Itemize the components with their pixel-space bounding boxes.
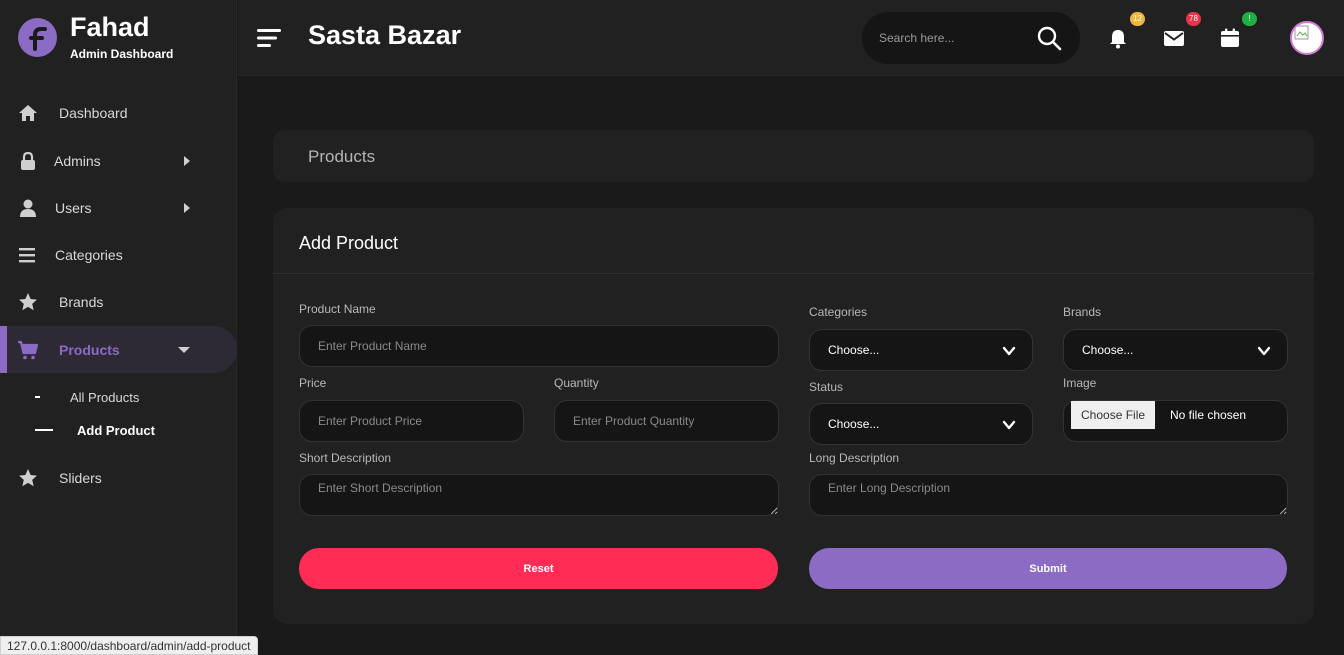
categories-select[interactable]: Choose... <box>809 329 1033 371</box>
sidebar-item-label: Categories <box>55 247 123 263</box>
reset-button[interactable]: Reset <box>299 548 778 589</box>
form-title: Add Product <box>299 233 399 253</box>
avatar[interactable] <box>1290 21 1324 55</box>
hamburger-menu-icon[interactable] <box>257 27 281 49</box>
sidebar-item-label: Dashboard <box>59 105 128 121</box>
breadcrumb: Products <box>273 130 1314 182</box>
search-input[interactable] <box>879 27 1029 49</box>
home-icon <box>19 105 37 121</box>
status-select[interactable]: Choose... <box>809 403 1033 445</box>
brand-name: Fahad <box>70 12 150 42</box>
breadcrumb-text: Products <box>308 147 376 166</box>
divider <box>273 273 1314 274</box>
quantity-input[interactable] <box>554 400 779 442</box>
bell-icon[interactable] <box>1107 27 1129 49</box>
top-header: Sasta Bazar 12 78 ! <box>238 0 1344 76</box>
app-root: Fahad Admin Dashboard Dashboard Admins U… <box>0 0 1344 655</box>
brand-subtitle: Admin Dashboard <box>70 47 174 61</box>
categories-label: Categories <box>809 305 868 319</box>
browser-status-url: 127.0.0.1:8000/dashboard/admin/add-produ… <box>0 636 258 655</box>
search-box <box>862 12 1080 64</box>
sidebar: Fahad Admin Dashboard Dashboard Admins U… <box>0 0 237 655</box>
image-file-input[interactable]: Choose File No file chosen <box>1063 400 1288 442</box>
price-label: Price <box>299 376 327 390</box>
caret-right-icon <box>184 156 190 166</box>
chevron-down-icon <box>1002 420 1016 430</box>
sidebar-item-label: Brands <box>59 294 104 310</box>
calendar-badge: ! <box>1242 12 1257 26</box>
star-icon <box>19 293 37 311</box>
caret-down-icon <box>178 346 190 353</box>
sidebar-item-categories[interactable]: Categories <box>0 232 237 278</box>
categories-selected-value: Choose... <box>828 343 880 357</box>
chevron-down-icon <box>1257 346 1271 356</box>
subnav-item-label: Add Product <box>77 422 155 438</box>
dash-icon <box>35 396 40 398</box>
sidebar-item-users[interactable]: Users <box>0 185 237 231</box>
mail-icon[interactable] <box>1163 27 1185 49</box>
subnav-item-label: All Products <box>70 389 140 405</box>
sidebar-item-sliders[interactable]: Sliders <box>0 455 237 501</box>
long-description-label: Long Description <box>809 451 900 465</box>
brands-selected-value: Choose... <box>1082 343 1134 357</box>
messages-badge: 78 <box>1186 12 1201 26</box>
price-input[interactable] <box>299 400 524 442</box>
page-title: Sasta Bazar <box>308 20 462 50</box>
notifications-badge: 12 <box>1130 12 1145 26</box>
sidebar-item-label: Sliders <box>59 470 102 486</box>
product-name-input[interactable] <box>299 325 779 367</box>
brands-label: Brands <box>1063 305 1102 319</box>
short-description-label: Short Description <box>299 451 392 465</box>
choose-file-button[interactable]: Choose File <box>1071 401 1156 429</box>
status-selected-value: Choose... <box>828 417 880 431</box>
submit-button[interactable]: Submit <box>809 548 1287 589</box>
brands-select[interactable]: Choose... <box>1063 329 1288 371</box>
status-label: Status <box>809 380 844 394</box>
chevron-down-icon <box>1002 346 1016 356</box>
sidebar-item-label: Admins <box>54 153 101 169</box>
lock-icon <box>21 151 35 170</box>
sidebar-item-brands[interactable]: Brands <box>0 279 237 325</box>
caret-right-icon <box>184 203 190 213</box>
list-icon <box>19 248 35 263</box>
brand-logo-icon <box>18 18 57 57</box>
sidebar-item-admins[interactable]: Admins <box>0 138 237 184</box>
user-icon <box>20 199 36 217</box>
subnav-item-add-product[interactable]: Add Product <box>0 417 237 443</box>
image-label: Image <box>1063 376 1097 390</box>
calendar-icon[interactable] <box>1219 27 1241 49</box>
sidebar-item-products[interactable]: Products <box>0 326 237 373</box>
sidebar-item-label: Products <box>59 341 120 358</box>
cart-icon <box>18 340 39 359</box>
broken-image-icon <box>1294 25 1309 40</box>
dash-icon <box>35 429 53 431</box>
product-name-label: Product Name <box>299 302 376 316</box>
add-product-form: Add Product Product Name Price Quantity … <box>273 208 1314 624</box>
short-description-field[interactable] <box>299 474 779 516</box>
long-description-field[interactable] <box>809 474 1288 516</box>
sidebar-item-label: Users <box>55 200 92 216</box>
sidebar-item-dashboard[interactable]: Dashboard <box>0 90 237 136</box>
subnav-item-all-products[interactable]: All Products <box>0 384 237 410</box>
search-icon[interactable] <box>1036 25 1062 51</box>
star-icon <box>19 469 37 487</box>
file-status-text: No file chosen <box>1170 408 1247 422</box>
quantity-label: Quantity <box>554 376 599 390</box>
